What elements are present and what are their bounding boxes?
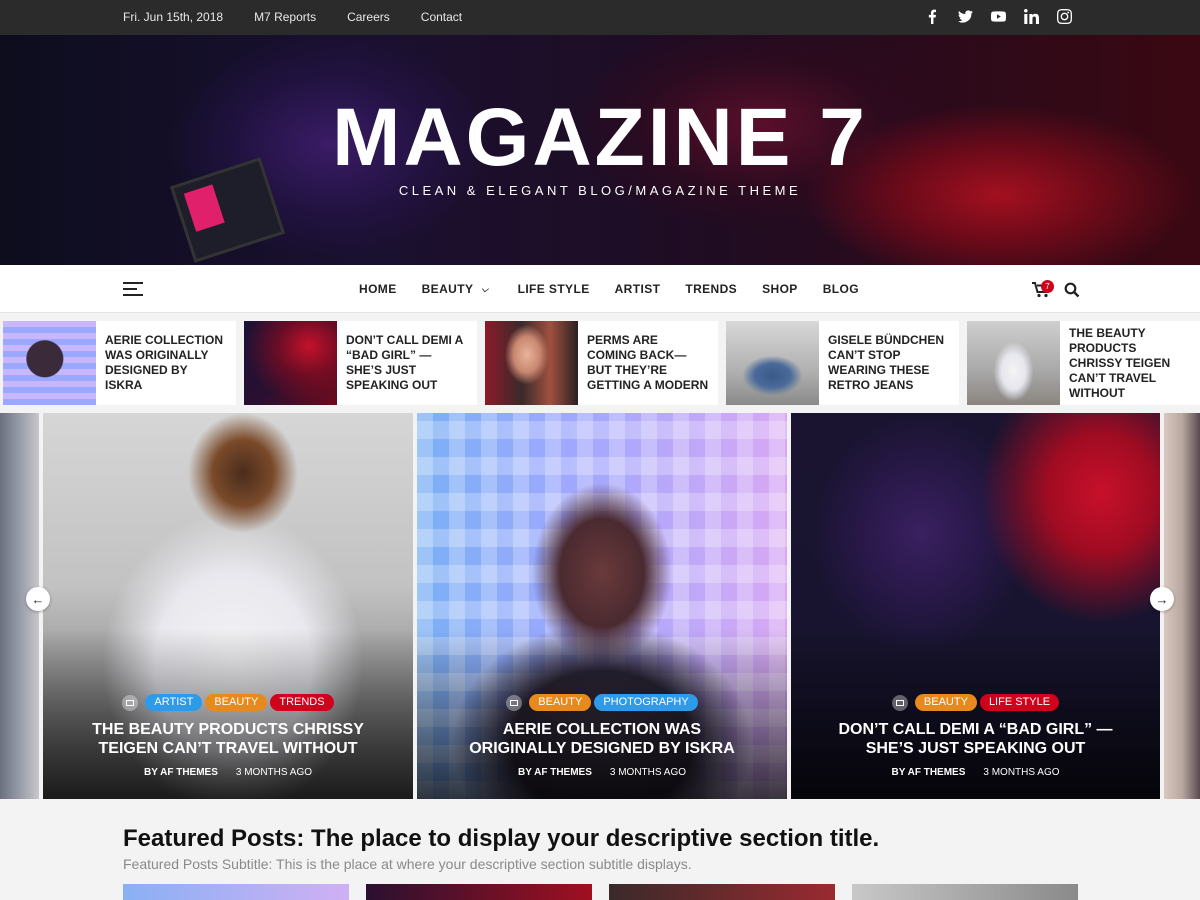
youtube-icon[interactable] [990, 8, 1006, 24]
slide-author[interactable]: BY AF THEMES [518, 767, 592, 778]
site-tagline: CLEAN & ELEGANT BLOG/MAGAZINE THEME [398, 183, 802, 198]
top-bar: Fri. Jun 15th, 2018 M7 Reports Careers C… [0, 0, 1200, 35]
slide-title-line: AERIE COLLECTION WAS [502, 721, 702, 738]
slide-item[interactable]: ARTIST BEAUTY TRENDS THE BEAUTY PRODUCTS… [43, 413, 413, 799]
ticker-item[interactable]: THE BEAUTY PRODUCTS CHRISSY TEIGEN CAN’T… [967, 321, 1200, 405]
slide-title-line: DON’T CALL DEMI A “BAD GIRL” — [838, 721, 1113, 738]
main-banner-slider: ARTIST BEAUTY TRENDS THE BEAUTY PRODUCTS… [0, 413, 1200, 799]
slide-date: 3 MONTHS AGO [235, 767, 313, 778]
slide-item[interactable]: BEAUTY PHOTOGRAPHY AERIE COLLECTION WAS … [417, 413, 787, 799]
ticker-thumbnail [726, 321, 819, 405]
featured-post-thumbnail[interactable] [852, 884, 1078, 900]
ticker-thumbnail [244, 321, 337, 405]
slide-date: 3 MONTHS AGO [609, 767, 687, 778]
nav-item-home[interactable]: HOME [359, 282, 397, 296]
cart-count-badge: 7 [1041, 280, 1054, 293]
top-link-m7-reports[interactable]: M7 Reports [254, 10, 316, 24]
slide-categories: ARTIST BEAUTY TRENDS [43, 694, 413, 711]
facebook-icon[interactable] [924, 8, 940, 24]
slide-title[interactable]: AERIE COLLECTION WAS ORIGINALLY DESIGNED… [417, 720, 787, 758]
top-link-careers[interactable]: Careers [347, 10, 390, 24]
slide-title[interactable]: DON’T CALL DEMI A “BAD GIRL” — SHE’S JUS… [791, 720, 1160, 758]
slide-categories: BEAUTY LIFE STYLE [791, 694, 1160, 711]
nav-item-trends[interactable]: TRENDS [685, 282, 737, 296]
slide-date: 3 MONTHS AGO [983, 767, 1060, 778]
slide-title-line: THE BEAUTY PRODUCTS CHRISSY [92, 721, 364, 738]
chevron-down-icon: ⌵ [481, 283, 489, 294]
ticker-title: DON’T CALL DEMI A “BAD GIRL” — SHE’S JUS… [346, 333, 463, 392]
site-header-banner: MAGAZINE 7 CLEAN & ELEGANT BLOG/MAGAZINE… [0, 35, 1200, 265]
slide-title-line: SHE’S JUST SPEAKING OUT [865, 740, 1086, 757]
slider-prev-arrow-icon[interactable]: ← [26, 587, 50, 611]
top-link-contact[interactable]: Contact [421, 10, 462, 24]
ticker-thumbnail [485, 321, 578, 405]
featured-post-thumbnail[interactable] [123, 884, 349, 900]
slide-author[interactable]: BY AF THEMES [891, 767, 965, 778]
twitter-icon[interactable] [957, 8, 973, 24]
video-format-icon [891, 694, 908, 711]
image-format-icon [122, 694, 139, 711]
nav-item-beauty[interactable]: BEAUTY ⌵ [422, 282, 489, 296]
slide-title-line: TEIGEN CAN’T TRAVEL WITHOUT [98, 740, 358, 757]
featured-post-thumbnail[interactable] [366, 884, 592, 900]
ticker-title: AERIE COLLECTION WAS ORIGINALLY DESIGNED… [105, 333, 224, 392]
category-badge[interactable]: BEAUTY [205, 694, 268, 711]
ticker-title: PERMS ARE COMING BACK—BUT THEY’RE GETTIN… [587, 333, 709, 392]
slide-meta: BY AF THEMES 3 MONTHS AGO [791, 767, 1160, 778]
site-title[interactable]: MAGAZINE 7 [0, 97, 1200, 179]
instagram-icon[interactable] [1056, 8, 1072, 24]
slide-item[interactable]: BEAUTY LIFE STYLE DON’T CALL DEMI A “BAD… [791, 413, 1160, 799]
gallery-format-icon [506, 694, 523, 711]
slide-title-line: ORIGINALLY DESIGNED BY ISKRA [469, 740, 735, 757]
slide-meta: BY AF THEMES 3 MONTHS AGO [417, 767, 787, 778]
ticker-item[interactable]: PERMS ARE COMING BACK—BUT THEY’RE GETTIN… [485, 321, 718, 405]
nav-item-beauty-label: BEAUTY [421, 282, 474, 296]
nav-item-artist[interactable]: ARTIST [615, 282, 661, 296]
slider-next-arrow-icon[interactable]: → [1150, 587, 1174, 611]
ticker-item[interactable]: AERIE COLLECTION WAS ORIGINALLY DESIGNED… [3, 321, 236, 405]
slide-categories: BEAUTY PHOTOGRAPHY [417, 694, 787, 711]
category-badge[interactable]: BEAUTY [529, 694, 592, 711]
category-badge[interactable]: LIFE STYLE [979, 694, 1060, 711]
featured-post-thumbnail[interactable] [609, 884, 835, 900]
slide-meta: BY AF THEMES 3 MONTHS AGO [43, 767, 413, 778]
nav-item-blog[interactable]: BLOG [823, 282, 859, 296]
current-date: Fri. Jun 15th, 2018 [123, 10, 224, 24]
featured-posts-section: Featured Posts: The place to display you… [0, 799, 1200, 900]
category-badge[interactable]: BEAUTY [914, 694, 977, 711]
ticker-item[interactable]: DON’T CALL DEMI A “BAD GIRL” — SHE’S JUS… [244, 321, 477, 405]
linkedin-icon[interactable] [1023, 8, 1039, 24]
ticker-thumbnail [3, 321, 96, 405]
search-icon[interactable] [1064, 282, 1080, 298]
ticker-title: THE BEAUTY PRODUCTS CHRISSY TEIGEN CAN’T… [1069, 325, 1171, 400]
nav-item-shop[interactable]: SHOP [762, 282, 798, 296]
category-badge[interactable]: ARTIST [145, 694, 203, 711]
main-navigation: HOME BEAUTY ⌵ LIFE STYLE ARTIST TRENDS SH… [0, 265, 1200, 313]
category-badge[interactable]: TRENDS [270, 694, 334, 711]
slide-title[interactable]: THE BEAUTY PRODUCTS CHRISSY TEIGEN CAN’T… [43, 720, 413, 758]
offcanvas-menu-icon[interactable] [123, 282, 143, 296]
trending-posts-strip: AERIE COLLECTION WAS ORIGINALLY DESIGNED… [0, 313, 1200, 413]
featured-section-subtitle: Featured Posts Subtitle: This is the pla… [123, 856, 692, 872]
category-badge[interactable]: PHOTOGRAPHY [594, 694, 698, 711]
ticker-title: GISELE BÜNDCHEN CAN’T STOP WEARING THESE… [828, 333, 945, 392]
ticker-item[interactable]: GISELE BÜNDCHEN CAN’T STOP WEARING THESE… [726, 321, 959, 405]
nav-item-life-style[interactable]: LIFE STYLE [518, 282, 590, 296]
featured-section-title: Featured Posts: The place to display you… [123, 825, 880, 852]
ticker-thumbnail [967, 321, 1060, 405]
social-links [924, 8, 1072, 24]
slide-author[interactable]: BY AF THEMES [144, 767, 218, 778]
